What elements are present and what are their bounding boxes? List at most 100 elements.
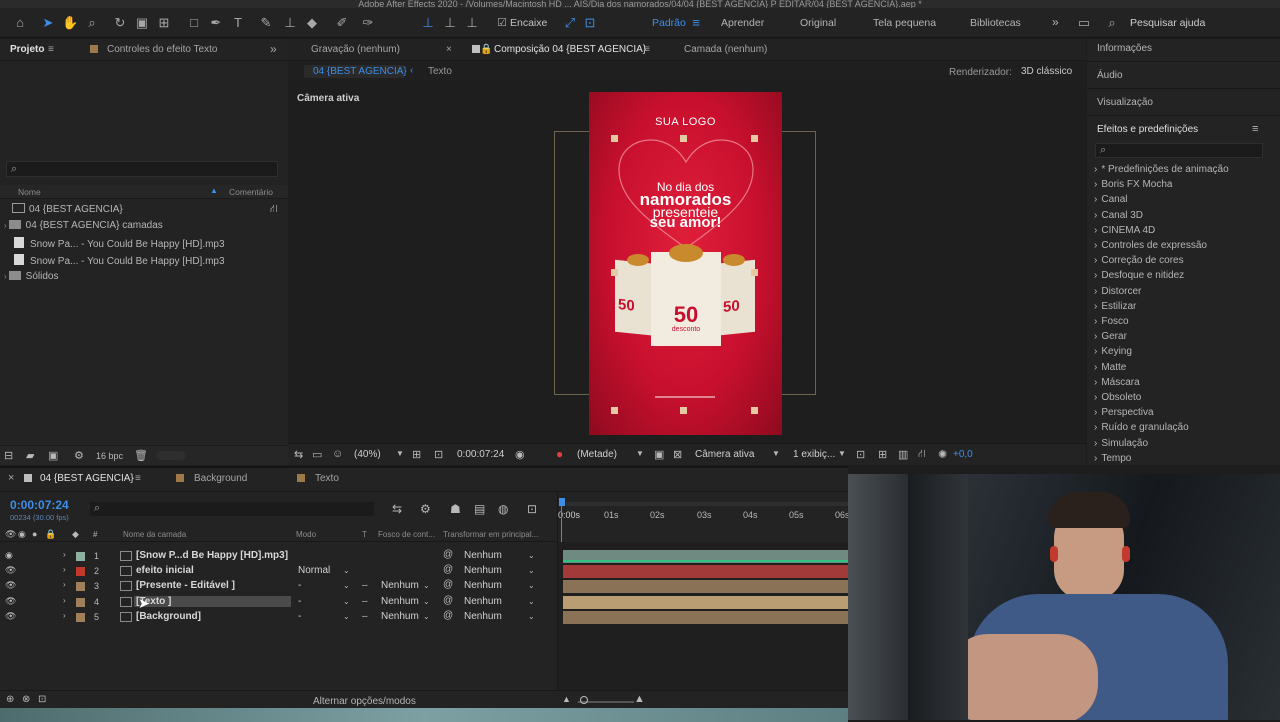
roto-brush-tool-icon[interactable]: ✐ — [334, 15, 350, 31]
breadcrumb-layer[interactable]: Texto — [428, 66, 452, 77]
layer-name[interactable]: [Background] — [136, 611, 201, 622]
project-item-audio-2[interactable]: Snow Pa... - You Could Be Happy [HD].mp3 — [12, 254, 225, 267]
flowchart-icon[interactable]: ⛙ — [270, 203, 278, 217]
tab-composition[interactable]: Composição 04 {BEST AGENCIA} — [494, 44, 646, 55]
close-tab-icon[interactable]: × — [446, 44, 452, 55]
label-color-swatch[interactable] — [76, 612, 85, 622]
region-of-interest-icon[interactable]: ▣ — [654, 448, 664, 461]
new-composition-icon[interactable]: ▣ — [48, 449, 58, 462]
interpret-footage-icon[interactable]: ⊟ — [4, 449, 13, 462]
pan-behind-tool-icon[interactable]: ⊞ — [156, 15, 172, 31]
safe-zones-icon[interactable]: ⊡ — [434, 448, 443, 461]
layer-row[interactable]: 👁 › 4 [Texto ] - ⌄ – Nenhum ⌄ @ Nenhum ⌄ — [0, 595, 557, 610]
expand-arrow-icon[interactable]: › — [1094, 392, 1097, 403]
flowchart-icon[interactable]: ⛙ — [918, 448, 926, 462]
layer-matte[interactable]: Nenhum — [381, 580, 419, 591]
expand-arrow-icon[interactable]: › — [4, 272, 7, 281]
audio-panel-header[interactable]: Áudio — [1097, 70, 1123, 81]
more-workspaces-icon[interactable]: » — [1052, 15, 1059, 29]
transform-handle[interactable] — [751, 269, 758, 276]
zoom-tool-icon[interactable]: ⌕ — [84, 15, 100, 31]
label-color-swatch[interactable] — [76, 567, 85, 577]
home-icon[interactable]: ⌂ — [12, 15, 28, 31]
transform-handle[interactable] — [611, 269, 618, 276]
shy-layers-icon[interactable]: ☗ — [450, 502, 461, 516]
layer-name[interactable]: [Presente - Editável ] — [136, 580, 235, 591]
effects-search-input[interactable]: ⌕ — [1095, 143, 1263, 158]
always-preview-icon[interactable]: ⇆ — [294, 448, 303, 461]
draft-3d-icon[interactable]: ⚙ — [420, 502, 431, 516]
eye-icon[interactable]: 👁 — [5, 580, 16, 591]
effects-category[interactable]: › Máscara — [1094, 377, 1140, 388]
sort-ascending-icon[interactable]: ▲ — [210, 186, 218, 195]
close-tab-icon[interactable]: × — [8, 472, 14, 484]
expand-arrow-icon[interactable]: › — [1094, 377, 1097, 388]
layer-mode[interactable]: Normal — [298, 565, 330, 576]
tab-footage[interactable]: Gravação (nenhum) — [311, 44, 400, 55]
col-matte[interactable]: Fosco de cont... — [378, 530, 435, 539]
expand-arrow-icon[interactable]: › — [1094, 255, 1097, 266]
snap-checkbox-icon[interactable]: ☑ — [494, 15, 510, 31]
view-axis-icon[interactable]: ⊥ — [464, 15, 480, 31]
zoom-slider-thumb[interactable] — [580, 696, 588, 704]
label-color-swatch[interactable] — [76, 552, 85, 561]
expand-arrow-icon[interactable]: › — [63, 550, 66, 559]
expand-arrow-icon[interactable]: › — [1094, 331, 1097, 342]
timeline-tab-main[interactable]: 04 {BEST AGENCIA} — [40, 473, 134, 484]
transform-handle[interactable] — [751, 135, 758, 142]
layer-mode[interactable]: - — [298, 596, 301, 607]
snap-option-icon[interactable]: ⤢ — [562, 15, 578, 31]
expand-arrow-icon[interactable]: › — [1094, 225, 1097, 236]
layer-name[interactable]: efeito inicial — [136, 565, 194, 576]
views-dropdown[interactable]: 1 exibiç... — [793, 449, 835, 460]
fit-icon[interactable]: ⊞ — [412, 448, 421, 461]
timeline-menu-icon[interactable]: ≡ — [135, 473, 141, 484]
time-ruler[interactable]: 0:00s 01s 02s 03s 04s 05s 06s — [557, 492, 850, 696]
playhead-icon[interactable] — [559, 498, 565, 506]
effects-category[interactable]: › Ruído e granulação — [1094, 422, 1189, 433]
workspace-menu-icon[interactable]: ≡ — [688, 15, 704, 31]
expand-arrow-icon[interactable]: › — [1094, 270, 1097, 281]
workspace-tela-pequena[interactable]: Tela pequena — [873, 17, 936, 29]
layer-name[interactable]: [Snow P...d Be Happy [HD].mp3] — [136, 550, 288, 561]
resolution-dropdown[interactable]: (Metade) — [577, 449, 617, 460]
in-out-icon[interactable]: ⊡ — [38, 694, 46, 705]
timeline-icon[interactable]: ▥ — [898, 448, 908, 461]
expand-arrow-icon[interactable]: › — [63, 580, 66, 589]
viewer-menu-icon[interactable]: ≡ — [644, 44, 650, 55]
eye-icon[interactable]: 👁 — [5, 596, 16, 607]
effects-category[interactable]: › Matte — [1094, 362, 1126, 373]
hand-tool-icon[interactable]: ✋ — [62, 15, 78, 31]
preview-panel-header[interactable]: Visualização — [1097, 97, 1153, 108]
fast-previews-icon[interactable]: ⊞ — [878, 448, 887, 461]
puppet-pin-tool-icon[interactable]: ✑ — [360, 15, 376, 31]
expand-arrow-icon[interactable]: › — [1094, 286, 1097, 297]
effects-category[interactable]: › Distorcer — [1094, 286, 1141, 297]
expand-arrow-icon[interactable]: › — [4, 221, 7, 230]
toggle-pixel-aspect-icon[interactable]: ⊡ — [856, 448, 865, 461]
effects-category[interactable]: › Canal 3D — [1094, 210, 1143, 221]
expand-arrow-icon[interactable]: › — [1094, 194, 1097, 205]
color-channels-icon[interactable]: ● — [556, 447, 563, 461]
world-axis-icon[interactable]: ⊥ — [442, 15, 458, 31]
layer-duration-bar[interactable] — [563, 580, 848, 594]
expand-arrow-icon[interactable]: › — [1094, 240, 1097, 251]
effects-category[interactable]: › CINEMA 4D — [1094, 225, 1155, 236]
snap-label[interactable]: Encaixe — [510, 17, 547, 29]
layer-parent[interactable]: Nenhum — [464, 565, 502, 576]
brush-tool-icon[interactable]: ✎ — [258, 15, 274, 31]
effects-category[interactable]: › Fosco — [1094, 316, 1129, 327]
transparency-grid-icon[interactable]: ⊠ — [673, 448, 682, 461]
project-settings-icon[interactable]: ⚙ — [74, 449, 84, 462]
layer-duration-bar[interactable] — [563, 610, 848, 624]
column-comment[interactable]: Comentário — [229, 187, 273, 197]
clone-stamp-tool-icon[interactable]: ⊥ — [282, 15, 298, 31]
pick-whip-icon[interactable]: @ — [443, 549, 453, 560]
expand-arrow-icon[interactable]: › — [63, 596, 66, 605]
layer-row[interactable]: 👁 › 2 efeito inicial Normal ⌄ @ Nenhum ⌄ — [0, 564, 557, 579]
effects-menu-icon[interactable]: ≡ — [1252, 123, 1258, 135]
tab-layer[interactable]: Camada (nenhum) — [684, 44, 767, 55]
expand-arrow-icon[interactable]: › — [63, 565, 66, 574]
effects-category[interactable]: › Boris FX Mocha — [1094, 179, 1172, 190]
project-item-solids-folder[interactable]: › Sólidos — [4, 271, 58, 282]
